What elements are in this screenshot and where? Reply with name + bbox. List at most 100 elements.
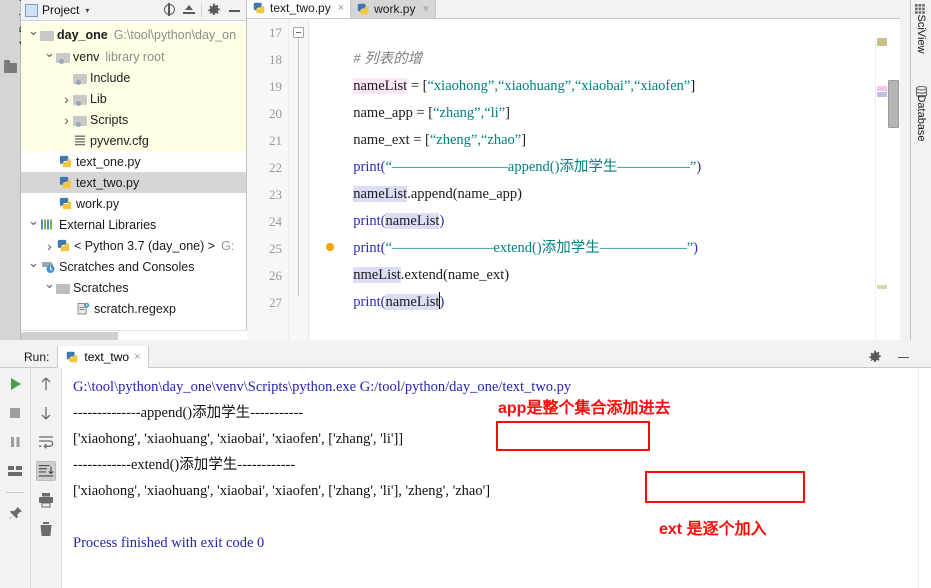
code-folding-gutter[interactable] [289, 19, 309, 340]
console-vertical-scrollbar[interactable] [918, 368, 931, 588]
editor-marker-stripe[interactable] [875, 38, 887, 340]
pause-icon[interactable] [5, 432, 25, 452]
line-number-gutter: 17 18 19 20 21 22 23 24 25 26 27 [247, 19, 289, 340]
close-icon[interactable]: × [134, 351, 140, 363]
print-icon[interactable] [36, 490, 56, 510]
marker-current-line[interactable] [877, 285, 887, 289]
trash-icon[interactable] [36, 519, 56, 539]
chevron-down-icon[interactable] [43, 280, 56, 296]
editor-tab-work-py[interactable]: work.py × [351, 0, 436, 18]
tree-item-label: day_one [57, 27, 108, 42]
tree-item-lib[interactable]: Lib [21, 88, 246, 109]
run-icon[interactable] [5, 374, 25, 394]
tree-item-day-one[interactable]: day_one G:\tool\python\day_on [21, 23, 246, 46]
project-tree: day_one G:\tool\python\day_on venv libra… [21, 21, 246, 319]
code-editor[interactable]: 17 18 19 20 21 22 23 24 25 26 27 # 列表的增 [247, 19, 900, 340]
tree-item-label: Lib [90, 91, 107, 106]
minimize-icon[interactable] [895, 349, 911, 365]
code-line-17: # 列表的增 [317, 19, 422, 67]
run-actions-left [0, 368, 31, 588]
scratch-file-icon [75, 302, 91, 316]
console-line-extend-separator: ------------extend()添加学生------------ [73, 457, 296, 473]
tree-item-work-py[interactable]: work.py [21, 193, 246, 214]
line-number: 19 [269, 79, 282, 94]
tree-item-path: G: [221, 238, 235, 253]
pycharm-window: 1: Project Project ▾ day_one G [0, 0, 931, 588]
editor-tab-label: work.py [374, 1, 416, 16]
run-console-output[interactable]: G:\tool\python\day_one\venv\Scripts\pyth… [62, 368, 931, 588]
scroll-to-end-icon[interactable] [36, 461, 56, 481]
marker-occurrence-pink[interactable] [877, 86, 887, 91]
chevron-down-icon[interactable] [27, 259, 40, 275]
tree-item-label: Scratches and Consoles [59, 259, 195, 274]
tree-item-pyvenv-cfg[interactable]: pyvenv.cfg [21, 130, 246, 151]
tree-item-text-one-py[interactable]: text_one.py [21, 151, 246, 172]
stop-icon[interactable] [5, 403, 25, 423]
scrollbar-thumb[interactable] [21, 332, 118, 340]
tree-item-scratch-regexp[interactable]: scratch.regexp [21, 298, 246, 319]
down-arrow-icon[interactable] [36, 403, 56, 423]
minimize-icon[interactable] [226, 2, 242, 18]
collapse-all-icon[interactable] [181, 2, 197, 18]
pin-icon[interactable] [5, 504, 25, 524]
tree-item-scripts[interactable]: Scripts [21, 109, 246, 130]
tree-item-label: venv [73, 49, 100, 64]
tree-item-python-sdk[interactable]: < Python 3.7 (day_one) > G: [21, 235, 246, 256]
chevron-right-icon[interactable] [60, 91, 73, 107]
line-number: 23 [269, 187, 282, 202]
restore-layout-icon[interactable] [5, 461, 25, 481]
tree-item-scratches[interactable]: Scratches [21, 277, 246, 298]
tree-item-include[interactable]: Include [21, 67, 246, 88]
scratches-icon [40, 260, 56, 274]
code-text[interactable]: # 列表的增 nameList = [“xiaohong”,“xiaohuang… [309, 19, 900, 340]
annotation-box-extend [645, 471, 805, 503]
locate-icon[interactable] [161, 2, 177, 18]
project-horizontal-scrollbar[interactable] [21, 330, 247, 340]
marker-occurrence-blue[interactable] [877, 92, 887, 97]
sidebar-tab-database[interactable]: Database [915, 83, 927, 153]
python-sdk-icon [56, 238, 71, 253]
chevron-down-icon[interactable] [43, 49, 56, 65]
chevron-down-icon[interactable]: ▾ [85, 6, 89, 15]
tree-item-label: work.py [76, 196, 120, 211]
tree-item-label: < Python 3.7 (day_one) > [74, 238, 216, 253]
tree-item-external-libraries[interactable]: External Libraries [21, 214, 246, 235]
close-icon[interactable]: × [422, 3, 428, 15]
settings-gear-icon[interactable] [206, 2, 222, 18]
soft-wrap-icon[interactable] [36, 432, 56, 452]
chevron-down-icon[interactable] [27, 27, 40, 43]
code-bracket: ) [696, 159, 702, 175]
chevron-right-icon[interactable] [43, 238, 56, 254]
chevron-down-icon[interactable] [27, 217, 40, 233]
tree-item-subtitle: library root [105, 49, 165, 64]
marker-warning[interactable] [877, 38, 887, 46]
tree-item-label: External Libraries [59, 217, 157, 232]
sidebar-tab-sciview[interactable]: SciView [915, 4, 927, 64]
line-number: 22 [269, 160, 282, 175]
tree-item-venv[interactable]: venv library root [21, 46, 246, 67]
text-cursor [438, 292, 440, 309]
run-label: Run: [24, 349, 50, 364]
settings-gear-icon[interactable] [867, 349, 883, 365]
line-number: 24 [269, 214, 282, 229]
run-tool-window: Run: text_two × G:\tool\python\day_one\v… [0, 345, 931, 588]
annotation-ext-text: ext 是逐个加入 [659, 521, 767, 538]
editor-tab-bar: text_two.py × work.py × [247, 0, 900, 19]
folder-icon [40, 31, 54, 41]
tree-item-text-two-py[interactable]: text_two.py [21, 172, 246, 193]
fold-collapse-icon[interactable] [293, 27, 304, 38]
line-number: 17 [269, 25, 282, 40]
scrollbar-thumb[interactable] [888, 80, 899, 128]
close-icon[interactable]: × [338, 2, 344, 14]
python-file-icon [65, 350, 79, 364]
editor-area: text_two.py × work.py × 17 18 19 20 21 2… [247, 0, 900, 340]
annotation-box-append [496, 421, 650, 451]
tree-item-scratches-and-consoles[interactable]: Scratches and Consoles [21, 256, 246, 277]
folder-module-icon [73, 95, 87, 106]
run-tab-text-two[interactable]: text_two × [57, 345, 149, 368]
editor-vertical-scrollbar[interactable] [887, 38, 900, 340]
editor-tab-text-two-py[interactable]: text_two.py × [247, 0, 352, 18]
tree-item-label: scratch.regexp [94, 301, 176, 316]
chevron-right-icon[interactable] [60, 112, 73, 128]
up-arrow-icon[interactable] [36, 374, 56, 394]
